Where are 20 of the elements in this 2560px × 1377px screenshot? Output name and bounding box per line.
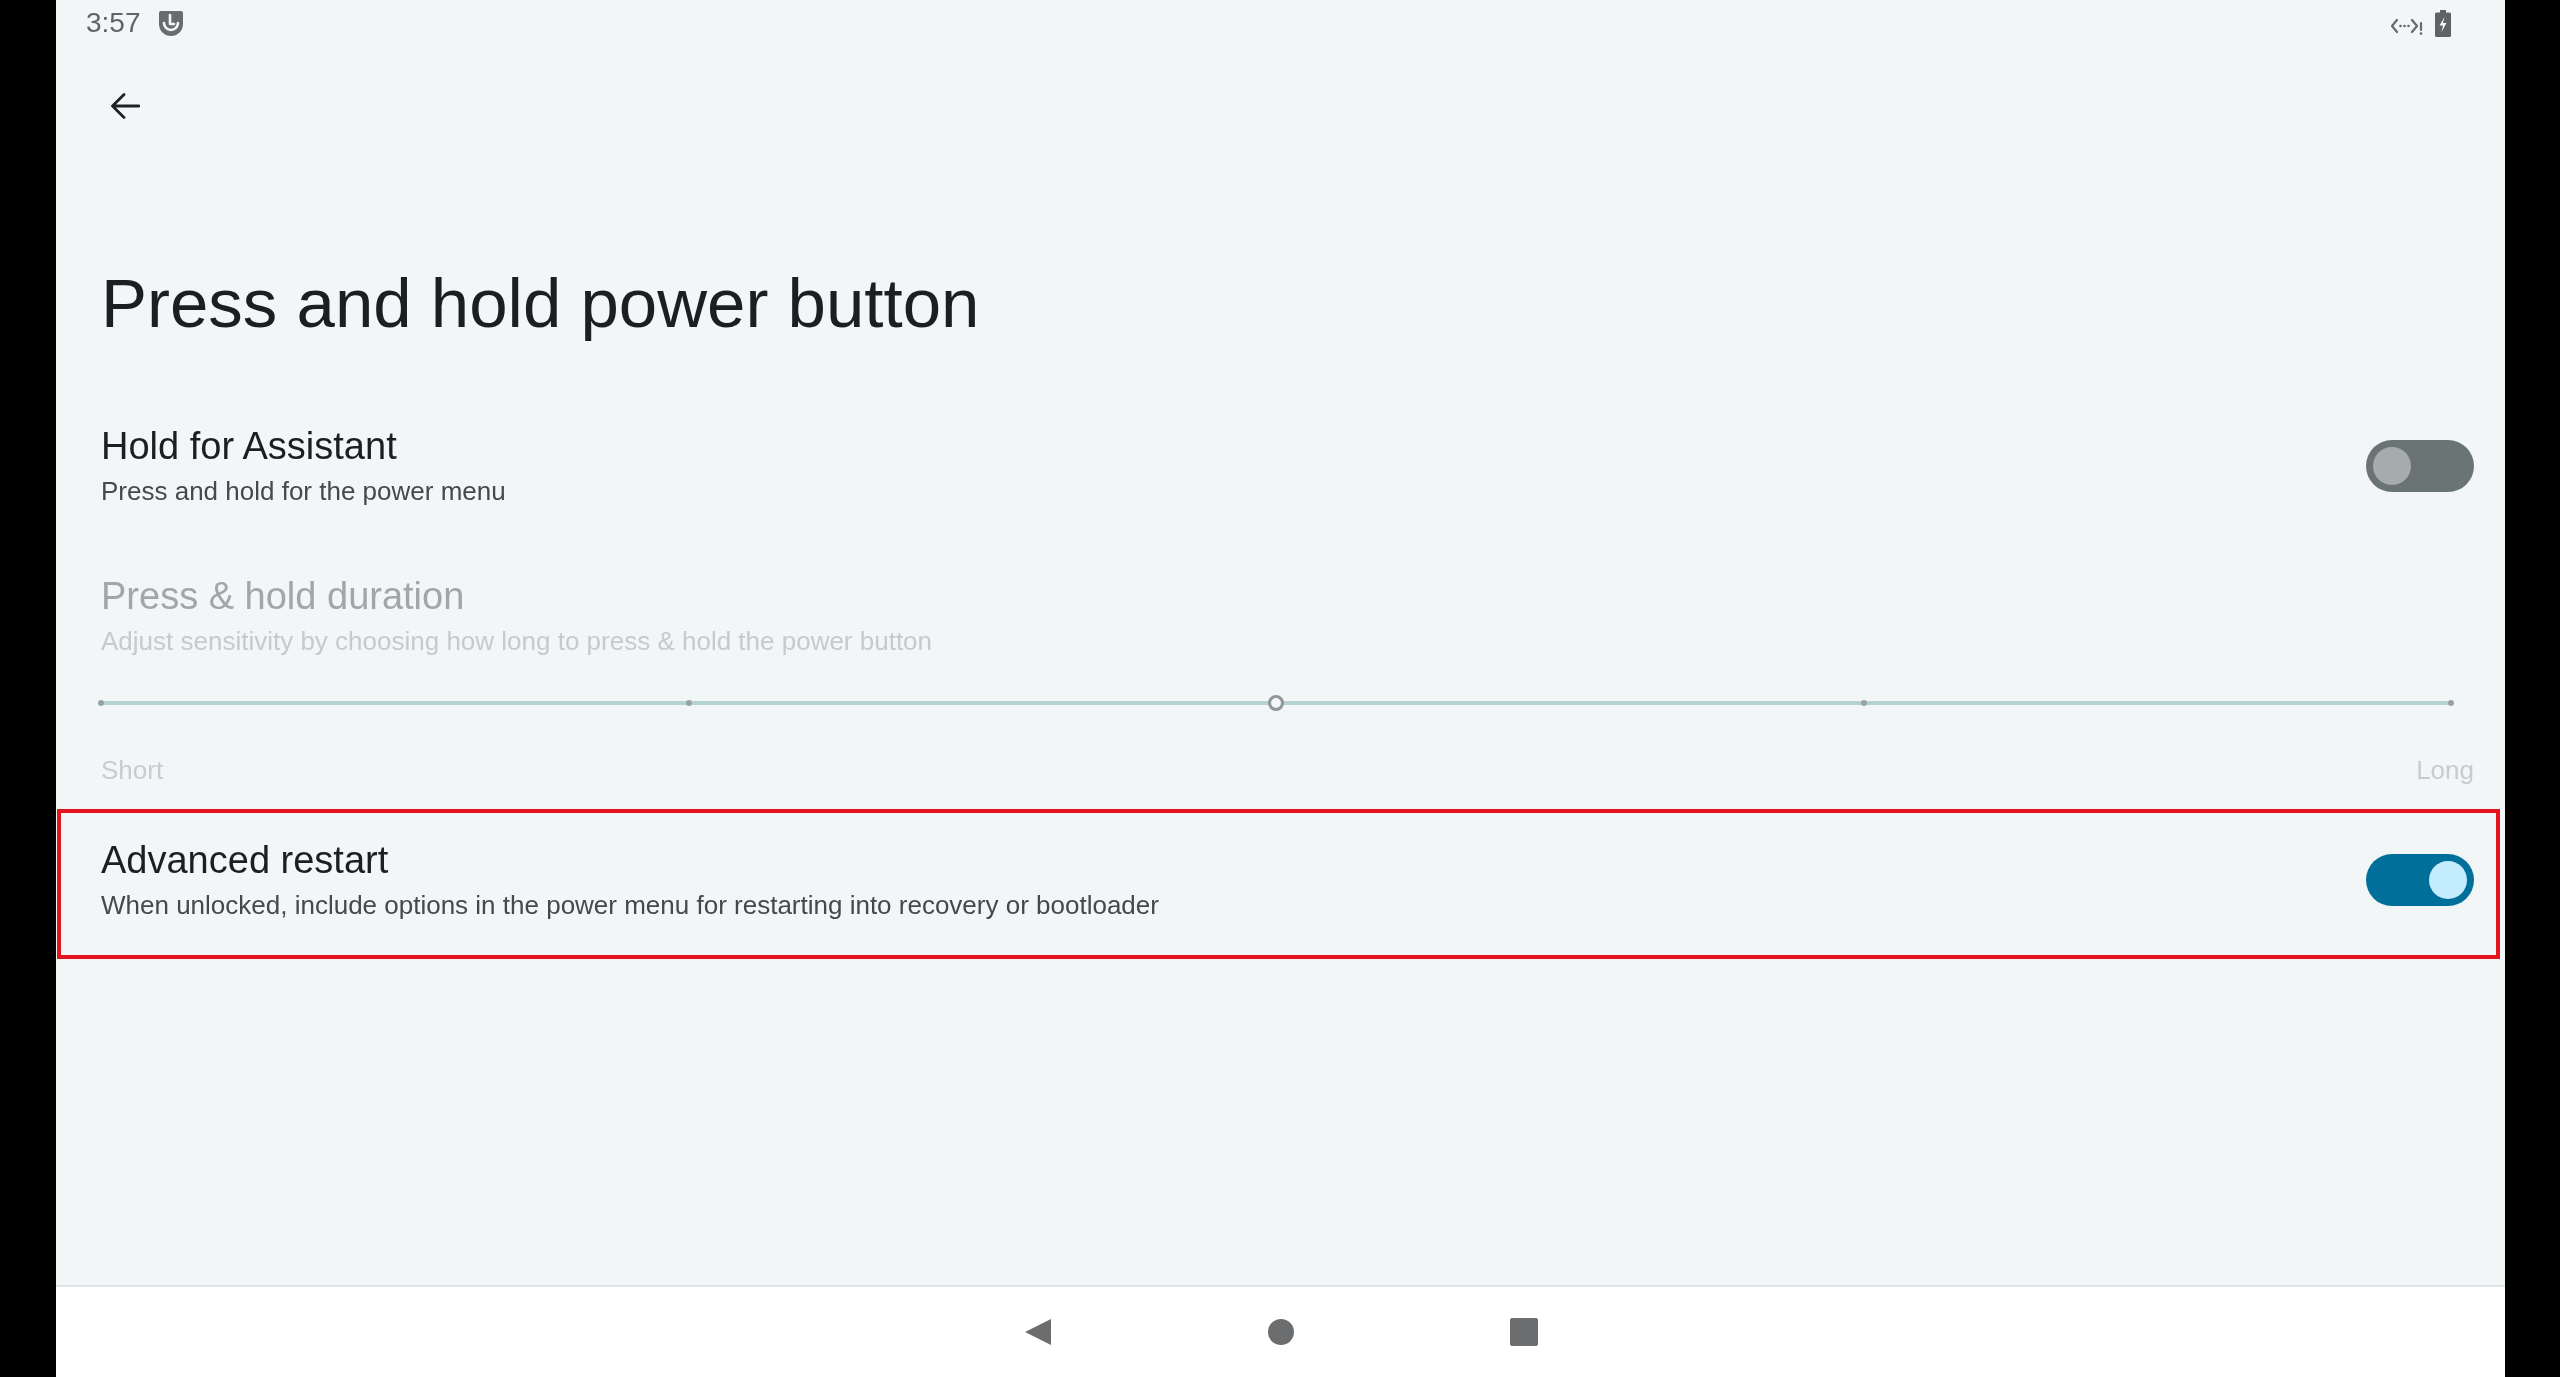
tick-mark-icon [685,700,692,706]
toggle-switch[interactable] [2366,853,2474,906]
shield-icon [158,10,183,36]
setting-title: Press & hold duration [101,574,465,619]
home-icon[interactable] [1267,1319,1294,1345]
tick-mark-icon [2448,700,2454,706]
setting-summary: When unlocked, include options in the power menu for restarting into recovery or bootloader [101,889,1159,922]
back-arrow-icon [110,91,140,121]
back-icon[interactable] [1023,1318,1052,1346]
tick-mark-icon [98,700,104,706]
connection-warning-icon [2391,17,2423,35]
toggle-switch[interactable] [2366,439,2474,492]
tick-mark-icon [1860,700,1867,706]
battery-charging-icon [2435,9,2451,37]
setting-summary: Press and hold for the power menu [101,475,506,508]
setting-title: Advanced restart [101,838,389,883]
overview-icon[interactable] [1509,1318,1538,1346]
setting-title: Hold for Assistant [101,424,397,469]
status-time: 3:57 [86,6,141,40]
page-title: Press and hold power button [101,264,980,344]
